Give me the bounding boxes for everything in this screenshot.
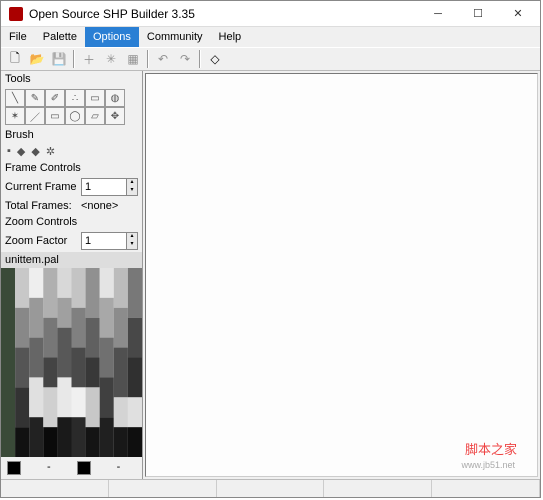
swatch-sep: -	[47, 461, 51, 475]
tools-panel: ╲ ✎ ✐ ∴ ▭ ◍ ✶ ／ ▭ ◯ ▱ ✥	[1, 87, 142, 127]
tools-label: Tools	[1, 71, 142, 87]
menu-options[interactable]: Options	[85, 27, 139, 47]
palette-filename: unittem.pal	[1, 252, 142, 268]
window-title: Open Source SHP Builder 3.35	[29, 7, 418, 21]
tool-fill[interactable]: ◍	[105, 89, 125, 107]
foreground-color-swatch[interactable]	[7, 461, 21, 475]
tool-brush[interactable]: ✎	[25, 89, 45, 107]
grid-icon: ▦	[123, 49, 143, 69]
canvas-area[interactable]: 脚本之家 www.jb51.net	[145, 73, 538, 477]
zoom-factor-label: Zoom Factor	[5, 235, 77, 247]
close-button[interactable]: ✕	[498, 2, 538, 26]
tool-ellipse[interactable]: ◯	[65, 107, 85, 125]
watermark-text: 脚本之家	[465, 439, 517, 458]
redo-icon: ↷	[175, 49, 195, 69]
tool-erase[interactable]: ▱	[85, 107, 105, 125]
tool-wand[interactable]: ✶	[5, 107, 25, 125]
menubar: File Palette Options Community Help	[1, 27, 540, 47]
spin-up-icon[interactable]: ▴	[126, 179, 137, 187]
brush-tiny-icon[interactable]: ▪	[7, 145, 11, 158]
open-icon[interactable]: 📂	[27, 49, 47, 69]
menu-community[interactable]: Community	[139, 27, 211, 47]
separator	[199, 50, 201, 68]
separator	[147, 50, 149, 68]
brush-label: Brush	[1, 127, 142, 143]
total-frames-label: Total Frames:	[5, 200, 77, 212]
minimize-button[interactable]: ─	[418, 2, 458, 26]
brush-small-icon[interactable]: ◆	[17, 145, 25, 158]
statusbar	[1, 479, 540, 497]
menu-palette[interactable]: Palette	[35, 27, 85, 47]
tool-select[interactable]: ▭	[85, 89, 105, 107]
separator	[73, 50, 75, 68]
save-icon: 💾	[49, 49, 69, 69]
brush-panel: ▪ ◆ ◆ ✲	[1, 143, 142, 160]
swatch-sep: -	[117, 461, 121, 475]
background-color-swatch[interactable]	[77, 461, 91, 475]
toolbar: 🗋 📂 💾 ＋ ✳ ▦ ↶ ↷ ◇	[1, 47, 540, 71]
spin-down-icon[interactable]: ▾	[126, 187, 137, 195]
brush-medium-icon[interactable]: ◆	[31, 145, 39, 158]
tool-line[interactable]: ╲	[5, 89, 25, 107]
current-frame-input[interactable]	[82, 181, 126, 193]
spin-down-icon[interactable]: ▾	[126, 241, 137, 249]
watermark-url: www.jb51.net	[461, 460, 515, 470]
maximize-button[interactable]: ☐	[458, 2, 498, 26]
current-frame-label: Current Frame	[5, 181, 77, 193]
undo-icon: ↶	[153, 49, 173, 69]
palette-grid[interactable]	[1, 268, 142, 457]
sidebar: Tools ╲ ✎ ✐ ∴ ▭ ◍ ✶ ／ ▭ ◯ ▱ ✥	[1, 71, 143, 479]
titlebar: Open Source SHP Builder 3.35 ─ ☐ ✕	[1, 1, 540, 27]
tool-pencil[interactable]: ／	[25, 107, 45, 125]
new-icon[interactable]: 🗋	[5, 49, 25, 69]
menu-file[interactable]: File	[1, 27, 35, 47]
plus-icon: ＋	[79, 49, 99, 69]
frame-controls-label: Frame Controls	[1, 160, 142, 176]
app-icon	[9, 7, 23, 21]
brush-large-icon[interactable]: ✲	[46, 145, 55, 158]
menu-help[interactable]: Help	[211, 27, 250, 47]
tool-rect[interactable]: ▭	[45, 107, 65, 125]
zoom-factor-input[interactable]	[82, 235, 126, 247]
spin-up-icon[interactable]: ▴	[126, 233, 137, 241]
tool-move[interactable]: ✥	[105, 107, 125, 125]
target-icon: ✳	[101, 49, 121, 69]
total-frames-value: <none>	[81, 200, 118, 212]
eraser-icon[interactable]: ◇	[205, 49, 225, 69]
current-frame-spinner[interactable]: ▴▾	[81, 178, 138, 196]
zoom-controls-label: Zoom Controls	[1, 214, 142, 230]
zoom-factor-spinner[interactable]: ▴▾	[81, 232, 138, 250]
tool-dropper[interactable]: ✐	[45, 89, 65, 107]
tool-spray[interactable]: ∴	[65, 89, 85, 107]
